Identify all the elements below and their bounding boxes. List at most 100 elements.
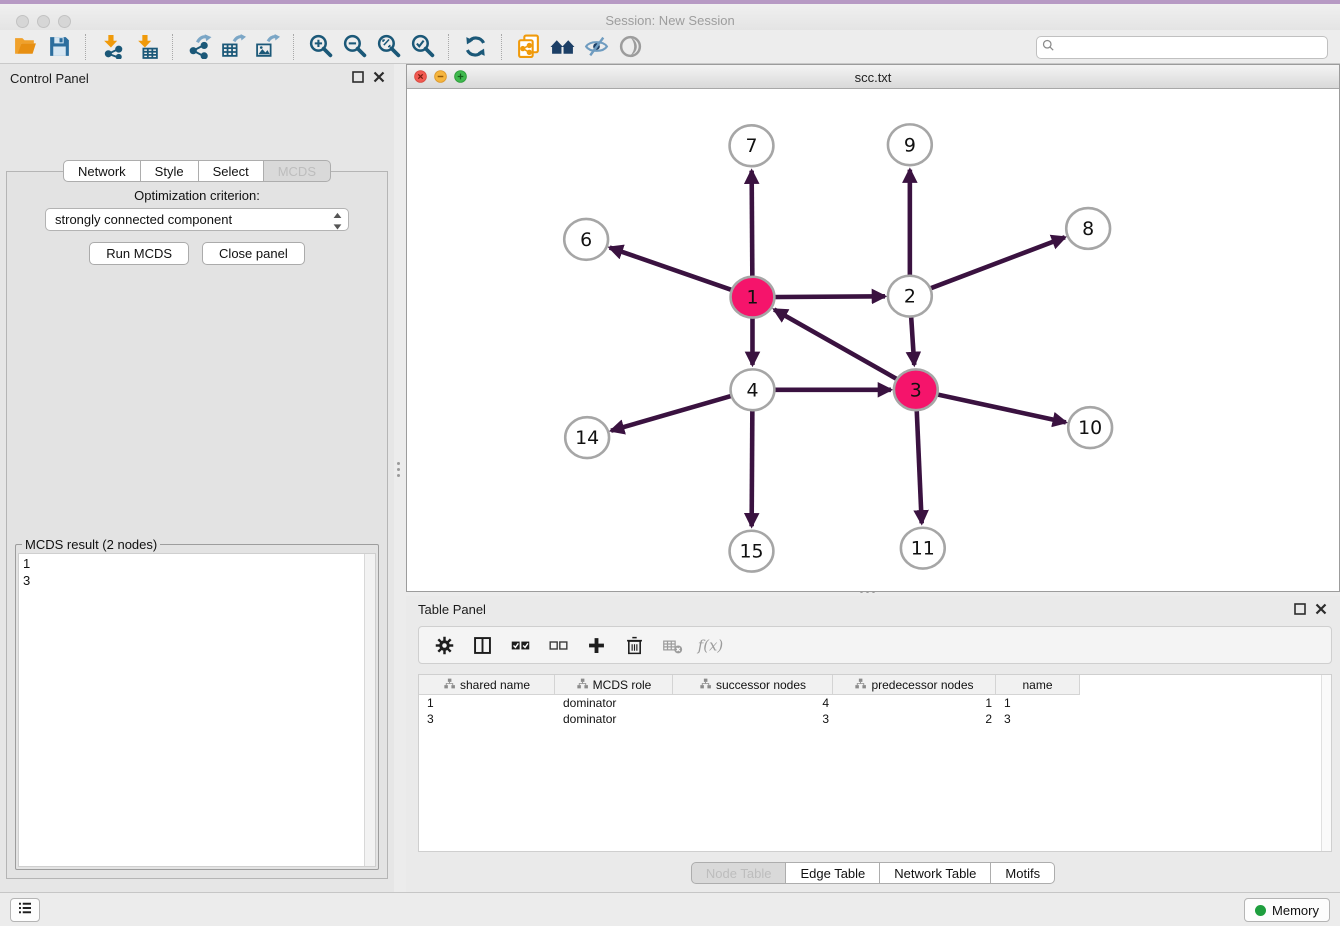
- mcds-result-area[interactable]: 1 3: [18, 553, 376, 867]
- column-tree-icon: [699, 677, 712, 693]
- graph-node-label-2: 2: [904, 286, 916, 308]
- graph-node-label-15: 15: [739, 541, 763, 563]
- export-network-icon[interactable]: [182, 32, 216, 62]
- zoom-selected-icon[interactable]: [405, 32, 439, 62]
- optimization-criterion-label: Optimization criterion:: [7, 188, 387, 203]
- tab-node-table[interactable]: Node Table: [691, 862, 787, 884]
- list-icon: [16, 899, 34, 922]
- control-panel-tabs: Network Style Select MCDS: [0, 160, 394, 182]
- vertical-splitter[interactable]: [397, 462, 400, 477]
- memory-status-icon: [1255, 905, 1266, 916]
- network-canvas[interactable]: 7968124314101511: [407, 89, 1339, 591]
- select-all-rows-icon[interactable]: [503, 630, 537, 660]
- column-header-successor-nodes[interactable]: successor nodes: [673, 675, 833, 695]
- graph-node-label-3: 3: [910, 379, 922, 401]
- import-table-icon[interactable]: [129, 32, 163, 62]
- table-cell: 1: [996, 695, 1080, 711]
- delete-table-icon: [655, 630, 689, 660]
- tab-network-table[interactable]: Network Table: [880, 862, 991, 884]
- table-cell: 3: [419, 711, 555, 727]
- session-title: Session: New Session: [0, 13, 1340, 28]
- table-scrollbar[interactable]: [1321, 675, 1331, 851]
- network-window-titlebar[interactable]: scc.txt: [407, 65, 1339, 89]
- select-stepper-icon: [331, 211, 344, 229]
- hide-selected-icon[interactable]: [579, 32, 613, 62]
- network-window-title: scc.txt: [407, 70, 1339, 85]
- toolbar-separator: [293, 34, 294, 60]
- float-panel-icon[interactable]: [351, 70, 365, 84]
- toggle-panel-layout-icon[interactable]: [465, 630, 499, 660]
- import-network-icon[interactable]: [95, 32, 129, 62]
- column-header-name[interactable]: name: [996, 675, 1080, 695]
- save-session-icon[interactable]: [42, 32, 76, 62]
- delete-column-icon[interactable]: [617, 630, 651, 660]
- tab-edge-table[interactable]: Edge Table: [786, 862, 880, 884]
- zoom-in-icon[interactable]: [303, 32, 337, 62]
- table-panel-title: Table Panel: [418, 602, 486, 617]
- search-box[interactable]: [1036, 36, 1328, 59]
- close-table-panel-icon[interactable]: [1314, 602, 1328, 616]
- tab-mcds[interactable]: MCDS: [264, 160, 331, 182]
- open-session-icon[interactable]: [8, 32, 42, 62]
- apply-layout-icon[interactable]: [458, 32, 492, 62]
- mcds-result-scrollbar[interactable]: [364, 554, 375, 866]
- tab-style[interactable]: Style: [141, 160, 199, 182]
- column-tree-icon: [854, 677, 867, 693]
- zoom-out-icon[interactable]: [337, 32, 371, 62]
- first-neighbors-icon[interactable]: [545, 32, 579, 62]
- mcds-result-group: MCDS result (2 nodes) 1 3: [15, 544, 379, 870]
- criterion-selected-value: strongly connected component: [55, 212, 232, 227]
- svg-text:f(x): f(x): [697, 636, 724, 654]
- graph-node-label-1: 1: [746, 287, 758, 309]
- task-history-button[interactable]: [10, 898, 40, 922]
- criterion-select[interactable]: strongly connected component: [45, 208, 349, 231]
- status-bar: Memory: [0, 892, 1340, 926]
- memory-label: Memory: [1272, 903, 1319, 918]
- toolbar-separator: [172, 34, 173, 60]
- table-settings-icon[interactable]: [427, 630, 461, 660]
- table-cell: 3: [996, 711, 1080, 727]
- memory-button[interactable]: Memory: [1244, 898, 1330, 922]
- table-row[interactable]: 1dominator411: [419, 695, 1331, 711]
- mcds-tab-content: Optimization criterion: strongly connect…: [6, 171, 388, 879]
- close-panel-icon[interactable]: [372, 70, 386, 84]
- deselect-all-rows-icon[interactable]: [541, 630, 575, 660]
- float-table-panel-icon[interactable]: [1293, 602, 1307, 616]
- toolbar-separator: [501, 34, 502, 60]
- table-row[interactable]: 3dominator323: [419, 711, 1331, 727]
- column-header-mcds-role[interactable]: MCDS role: [555, 675, 673, 695]
- export-image-icon[interactable]: [250, 32, 284, 62]
- table-cell: 4: [673, 695, 833, 711]
- control-panel-title: Control Panel: [10, 71, 89, 86]
- column-header-predecessor-nodes[interactable]: predecessor nodes: [833, 675, 996, 695]
- main-titlebar[interactable]: Session: New Session: [0, 4, 1340, 30]
- graph-node-label-14: 14: [575, 427, 599, 449]
- tab-network[interactable]: Network: [63, 160, 141, 182]
- mcds-result-text: 1 3: [19, 554, 363, 866]
- graph-node-label-8: 8: [1082, 218, 1094, 240]
- toolbar-separator: [448, 34, 449, 60]
- node-table: shared name MCDS role successor nodes pr…: [418, 674, 1332, 852]
- graph-node-label-9: 9: [904, 134, 916, 156]
- clone-network-icon[interactable]: [511, 32, 545, 62]
- column-header-shared-name[interactable]: shared name: [419, 675, 555, 695]
- search-icon: [1041, 38, 1056, 58]
- tab-select[interactable]: Select: [199, 160, 264, 182]
- export-table-icon[interactable]: [216, 32, 250, 62]
- search-input[interactable]: [1056, 37, 1327, 58]
- network-view-window: scc.txt 7968124314101511: [406, 64, 1340, 592]
- zoom-fit-icon[interactable]: [371, 32, 405, 62]
- graph-edge-3-1[interactable]: [774, 309, 916, 389]
- column-tree-icon: [443, 677, 456, 693]
- table-cell: dominator: [555, 695, 673, 711]
- node-table-body: 1dominator4113dominator323: [419, 695, 1331, 727]
- mcds-result-title: MCDS result (2 nodes): [22, 537, 160, 552]
- create-column-icon[interactable]: [579, 630, 613, 660]
- graph-edge-2-8[interactable]: [910, 237, 1065, 296]
- close-panel-button[interactable]: Close panel: [202, 242, 305, 265]
- tab-motifs[interactable]: Motifs: [991, 862, 1055, 884]
- run-mcds-button[interactable]: Run MCDS: [89, 242, 189, 265]
- control-panel: Control Panel Network Style Select MCDS …: [0, 64, 394, 892]
- application-window: Session: New Session Control Panel Netwo…: [0, 0, 1340, 926]
- table-panel-header: Table Panel: [406, 596, 1340, 622]
